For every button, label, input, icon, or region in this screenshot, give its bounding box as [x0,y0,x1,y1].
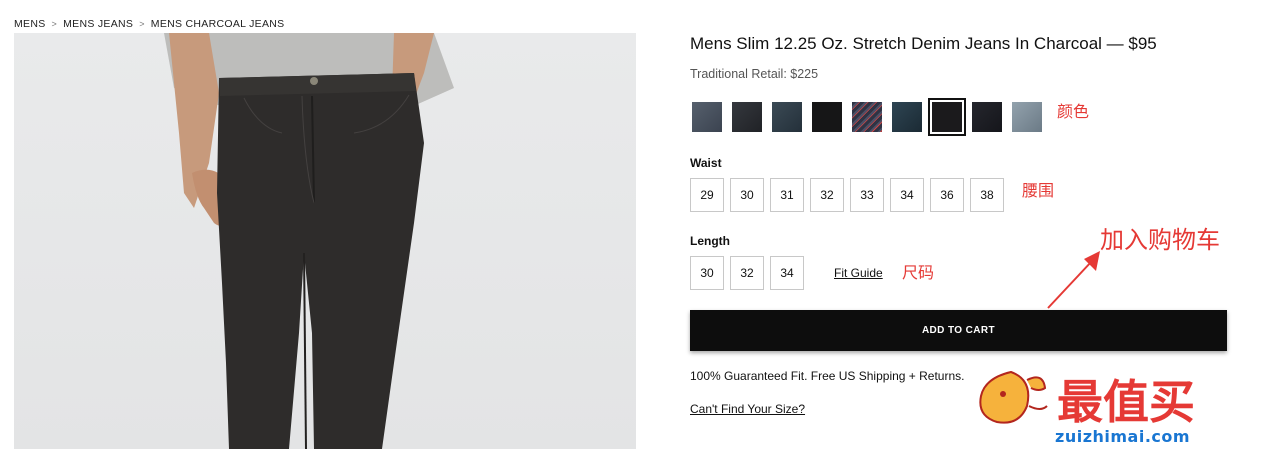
add-to-cart-button[interactable]: ADD TO CART [690,310,1227,351]
waist-option[interactable]: 33 [850,178,884,212]
length-option[interactable]: 34 [770,256,804,290]
breadcrumb: MENS > MENS JEANS > MENS CHARCOAL JEANS [14,18,284,30]
waist-options: 29 30 31 32 33 34 36 38 [690,178,1010,212]
breadcrumb-separator: > [139,19,145,29]
annotation-arrow-icon [1047,251,1100,309]
breadcrumb-separator: > [51,19,58,29]
watermark-logo-text: 最值买 [1057,375,1195,428]
waist-option[interactable]: 34 [890,178,924,212]
waist-option[interactable]: 32 [810,178,844,212]
annotation-add-to-cart: 加入购物车 [1100,226,1220,254]
annotation-color: 颜色 [1057,102,1090,121]
jeans-model-image [164,33,454,449]
product-photo [14,33,636,449]
color-swatch-8[interactable] [972,102,1002,132]
guarantee-text: 100% Guaranteed Fit. Free US Shipping + … [690,369,965,383]
annotation-size: 尺码 [902,263,935,282]
waist-option[interactable]: 30 [730,178,764,212]
breadcrumb-mens-charcoal-jeans[interactable]: MENS CHARCOAL JEANS [151,18,285,30]
color-swatch-9[interactable] [1012,102,1042,132]
color-swatch-6[interactable] [892,102,922,132]
length-option[interactable]: 32 [730,256,764,290]
watermark-mascot-icon: 最值买 [979,370,1195,429]
waist-option[interactable]: 38 [970,178,1004,212]
length-options: 30 32 34 [690,256,810,290]
waist-option[interactable]: 36 [930,178,964,212]
waist-option[interactable]: 29 [690,178,724,212]
breadcrumb-mens-jeans[interactable]: MENS JEANS [63,18,133,30]
color-swatches [692,98,1052,136]
color-swatch-3[interactable] [772,102,802,132]
length-option[interactable]: 30 [690,256,724,290]
cant-find-size-link[interactable]: Can't Find Your Size? [690,402,805,416]
waist-label: Waist [690,156,722,170]
traditional-retail-price: Traditional Retail: $225 [690,67,819,81]
annotation-waist: 腰围 [1022,181,1055,200]
watermark-url: zuizhimai.com [1055,427,1191,446]
color-swatch-1[interactable] [692,102,722,132]
color-swatch-2[interactable] [732,102,762,132]
color-swatch-4[interactable] [812,102,842,132]
color-swatch-5[interactable] [852,102,882,132]
color-swatch-7-selected[interactable] [928,98,966,136]
breadcrumb-mens[interactable]: MENS [14,18,46,30]
watermark-logo: 最值买 [975,366,1260,433]
waist-option[interactable]: 31 [770,178,804,212]
fit-guide-link[interactable]: Fit Guide [834,266,883,280]
product-title: Mens Slim 12.25 Oz. Stretch Denim Jeans … [690,34,1157,53]
length-label: Length [690,234,730,248]
